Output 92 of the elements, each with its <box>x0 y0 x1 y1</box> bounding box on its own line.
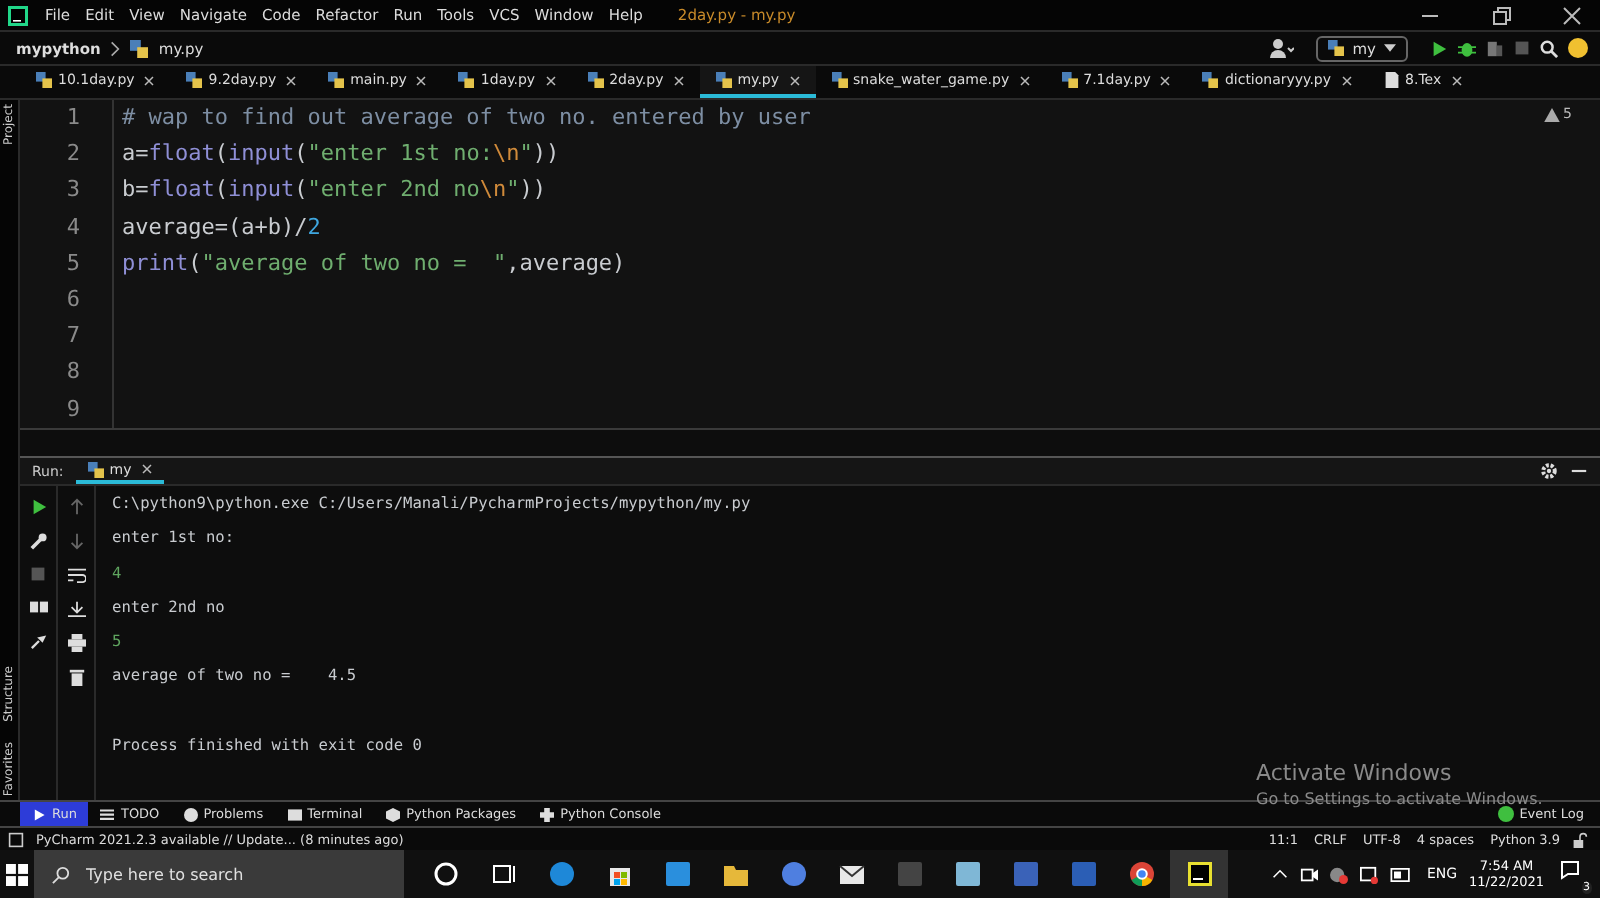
line-number: 7 <box>64 320 82 353</box>
print-icon[interactable] <box>67 634 85 652</box>
close-icon[interactable] <box>1019 75 1030 85</box>
activation-message: Go to Settings to activate Windows. <box>1256 790 1543 808</box>
close-icon[interactable] <box>1562 5 1582 25</box>
line-number: 6 <box>64 283 82 316</box>
chevron-up-icon[interactable] <box>1272 866 1289 882</box>
search-icon[interactable] <box>1540 39 1558 57</box>
info-icon <box>183 807 198 821</box>
ring-icon[interactable] <box>431 860 459 888</box>
warning-icon[interactable] <box>1543 107 1560 121</box>
line-number: 2 <box>64 138 82 171</box>
activation-title: Activate Windows <box>1256 760 1454 786</box>
windows-logo-icon[interactable] <box>6 863 28 885</box>
update-icon[interactable] <box>1568 38 1588 58</box>
document-icon <box>1383 72 1400 88</box>
close-icon[interactable] <box>545 75 556 85</box>
line-number: 4 <box>64 211 82 244</box>
document-icon[interactable] <box>1069 860 1097 888</box>
code-line: print("average of two no = ",average) <box>122 249 626 276</box>
trash-icon[interactable] <box>67 668 85 686</box>
chevron-icon <box>110 39 121 57</box>
python-file-icon <box>328 72 345 88</box>
meet-icon[interactable] <box>1300 865 1319 883</box>
package-icon <box>386 807 401 821</box>
close-icon[interactable] <box>286 75 297 85</box>
line-number: 8 <box>64 356 82 389</box>
python-file-icon <box>831 72 848 88</box>
code-editor-icon[interactable] <box>663 860 691 888</box>
task-view-icon[interactable] <box>489 860 517 888</box>
stop-icon[interactable] <box>30 566 46 582</box>
close-icon[interactable] <box>1160 75 1171 85</box>
status-dot-icon <box>1497 806 1514 822</box>
line-number: 9 <box>64 393 82 425</box>
user-icon[interactable] <box>1270 38 1295 58</box>
layout-icon[interactable] <box>29 598 47 616</box>
close-icon[interactable] <box>141 464 152 474</box>
code-line: b=float(input("enter 2nd no\n")) <box>122 176 546 203</box>
speech-bubble-icon <box>1560 860 1580 880</box>
folder-icon[interactable] <box>721 860 749 888</box>
coverage-icon[interactable] <box>1486 39 1504 57</box>
python-file-icon <box>587 72 604 88</box>
caret-icon <box>1384 44 1396 52</box>
list-icon <box>100 807 115 821</box>
close-icon[interactable] <box>1451 75 1462 85</box>
app-tile-icon[interactable] <box>1185 860 1213 888</box>
wrench-icon[interactable] <box>29 532 47 550</box>
python-file-icon <box>1202 72 1219 88</box>
close-icon[interactable] <box>416 75 427 85</box>
line-number: 1 <box>64 102 82 134</box>
close-icon[interactable] <box>673 75 684 85</box>
close-icon[interactable] <box>144 75 155 85</box>
close-icon[interactable] <box>1341 75 1352 85</box>
up-arrow-icon[interactable] <box>67 498 85 516</box>
battery-icon[interactable] <box>1390 867 1413 881</box>
globe-icon[interactable] <box>1127 860 1155 888</box>
settings-icon[interactable] <box>1540 462 1558 480</box>
scroll-end-icon[interactable] <box>67 600 85 618</box>
down-arrow-icon[interactable] <box>67 532 85 550</box>
terminal-icon <box>287 807 302 821</box>
display-icon[interactable] <box>1360 865 1379 883</box>
plus-icon <box>540 807 555 821</box>
app-logo-icon <box>8 5 28 25</box>
notepad-icon[interactable] <box>953 860 981 888</box>
code-line: # wap to find out average of two no. entered by user <box>122 104 811 130</box>
code-line: average=(a+b)/2 <box>122 213 321 240</box>
python-file-icon <box>130 39 149 57</box>
restore-icon[interactable] <box>1491 5 1511 25</box>
app-tile-icon[interactable] <box>1011 860 1039 888</box>
python-file-icon <box>186 72 203 88</box>
python-file-icon <box>1328 40 1345 56</box>
close-icon[interactable] <box>789 75 800 85</box>
python-file-icon <box>458 72 475 88</box>
rerun-icon[interactable] <box>29 498 47 516</box>
network-icon[interactable] <box>1330 865 1349 883</box>
python-file-icon <box>715 72 732 88</box>
stop-icon[interactable] <box>1514 40 1530 56</box>
line-number: 3 <box>64 174 82 207</box>
run-icon[interactable] <box>1430 39 1448 57</box>
lock-icon[interactable] <box>1572 831 1588 847</box>
python-file-icon <box>1061 72 1078 88</box>
wrap-icon[interactable] <box>67 566 85 584</box>
bug-icon[interactable] <box>1458 39 1476 57</box>
line-number: 5 <box>64 247 82 280</box>
search-field[interactable]: Type here to search <box>34 850 404 898</box>
python-file-icon <box>87 461 104 477</box>
window-icon <box>8 831 24 847</box>
envelope-icon[interactable] <box>837 860 865 888</box>
code-line: a=float(input("enter 1st no:\n")) <box>122 140 560 167</box>
pin-icon[interactable] <box>29 632 47 650</box>
play-icon <box>32 807 46 821</box>
python-file-icon <box>36 72 52 88</box>
